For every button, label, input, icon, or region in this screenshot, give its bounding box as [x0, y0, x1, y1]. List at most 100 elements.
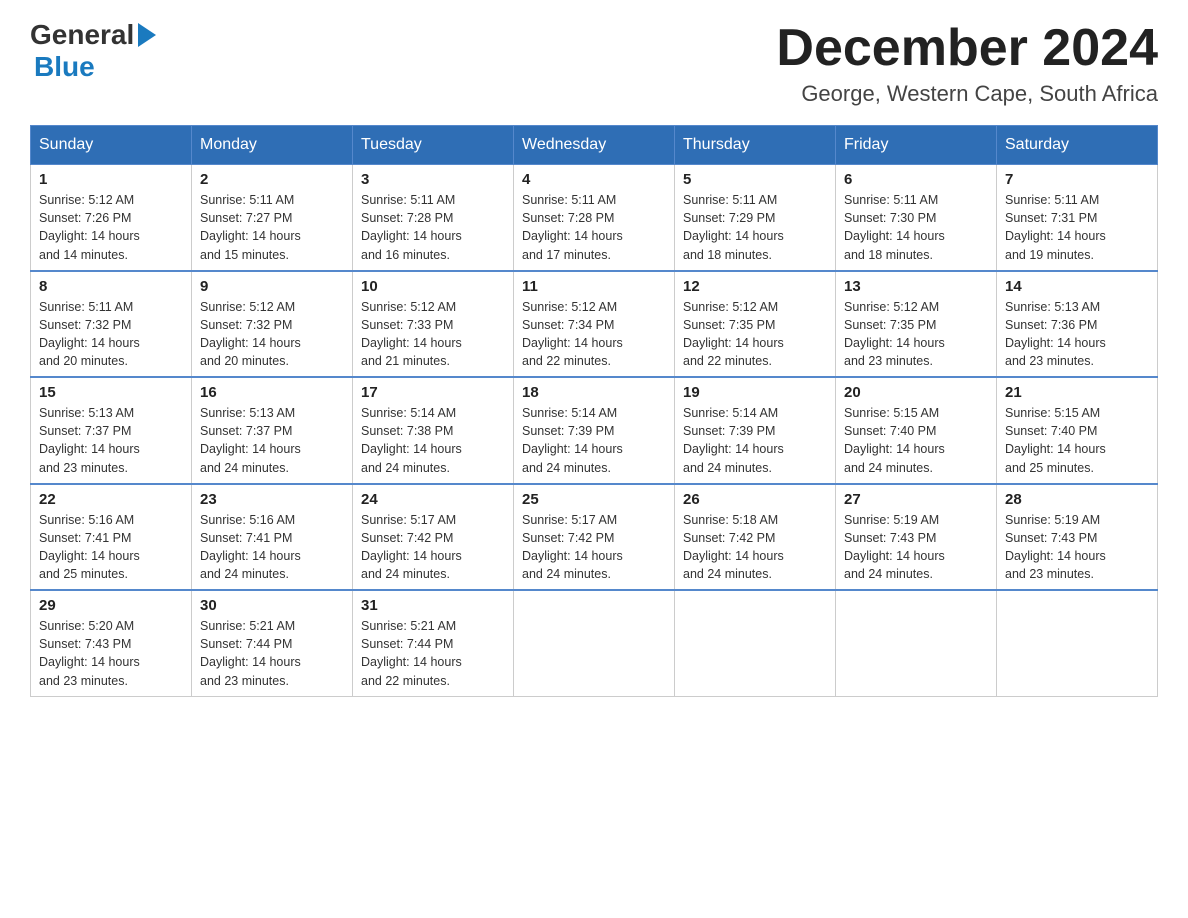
day-number: 11 [522, 278, 666, 295]
day-number: 8 [39, 278, 183, 295]
day-number: 5 [683, 171, 827, 188]
day-info: Sunrise: 5:17 AM Sunset: 7:42 PM Dayligh… [361, 511, 505, 584]
day-info: Sunrise: 5:15 AM Sunset: 7:40 PM Dayligh… [844, 404, 988, 477]
day-info: Sunrise: 5:12 AM Sunset: 7:32 PM Dayligh… [200, 298, 344, 371]
table-row: 7 Sunrise: 5:11 AM Sunset: 7:31 PM Dayli… [997, 165, 1158, 271]
table-row: 23 Sunrise: 5:16 AM Sunset: 7:41 PM Dayl… [192, 484, 353, 591]
day-info: Sunrise: 5:14 AM Sunset: 7:39 PM Dayligh… [522, 404, 666, 477]
day-info: Sunrise: 5:11 AM Sunset: 7:31 PM Dayligh… [1005, 191, 1149, 264]
day-number: 14 [1005, 278, 1149, 295]
day-number: 7 [1005, 171, 1149, 188]
day-info: Sunrise: 5:15 AM Sunset: 7:40 PM Dayligh… [1005, 404, 1149, 477]
day-number: 13 [844, 278, 988, 295]
table-row: 28 Sunrise: 5:19 AM Sunset: 7:43 PM Dayl… [997, 484, 1158, 591]
day-info: Sunrise: 5:21 AM Sunset: 7:44 PM Dayligh… [361, 617, 505, 690]
table-row: 18 Sunrise: 5:14 AM Sunset: 7:39 PM Dayl… [514, 377, 675, 484]
day-number: 3 [361, 171, 505, 188]
day-info: Sunrise: 5:11 AM Sunset: 7:30 PM Dayligh… [844, 191, 988, 264]
calendar-title: December 2024 [776, 20, 1158, 77]
day-info: Sunrise: 5:12 AM Sunset: 7:35 PM Dayligh… [844, 298, 988, 371]
calendar-week-2: 8 Sunrise: 5:11 AM Sunset: 7:32 PM Dayli… [31, 271, 1158, 378]
table-row: 22 Sunrise: 5:16 AM Sunset: 7:41 PM Dayl… [31, 484, 192, 591]
table-row: 27 Sunrise: 5:19 AM Sunset: 7:43 PM Dayl… [836, 484, 997, 591]
header-sunday: Sunday [31, 126, 192, 165]
logo-blue-text: Blue [34, 51, 95, 82]
day-info: Sunrise: 5:16 AM Sunset: 7:41 PM Dayligh… [39, 511, 183, 584]
day-info: Sunrise: 5:12 AM Sunset: 7:33 PM Dayligh… [361, 298, 505, 371]
day-number: 24 [361, 491, 505, 508]
logo-arrow-icon [138, 23, 156, 47]
day-number: 16 [200, 384, 344, 401]
day-info: Sunrise: 5:11 AM Sunset: 7:29 PM Dayligh… [683, 191, 827, 264]
day-number: 21 [1005, 384, 1149, 401]
table-row [836, 590, 997, 696]
day-info: Sunrise: 5:19 AM Sunset: 7:43 PM Dayligh… [1005, 511, 1149, 584]
day-info: Sunrise: 5:12 AM Sunset: 7:26 PM Dayligh… [39, 191, 183, 264]
day-number: 4 [522, 171, 666, 188]
table-row: 19 Sunrise: 5:14 AM Sunset: 7:39 PM Dayl… [675, 377, 836, 484]
day-info: Sunrise: 5:18 AM Sunset: 7:42 PM Dayligh… [683, 511, 827, 584]
table-row: 21 Sunrise: 5:15 AM Sunset: 7:40 PM Dayl… [997, 377, 1158, 484]
table-row: 6 Sunrise: 5:11 AM Sunset: 7:30 PM Dayli… [836, 165, 997, 271]
table-row: 3 Sunrise: 5:11 AM Sunset: 7:28 PM Dayli… [353, 165, 514, 271]
table-row: 10 Sunrise: 5:12 AM Sunset: 7:33 PM Dayl… [353, 271, 514, 378]
day-number: 6 [844, 171, 988, 188]
table-row: 29 Sunrise: 5:20 AM Sunset: 7:43 PM Dayl… [31, 590, 192, 696]
day-number: 25 [522, 491, 666, 508]
day-number: 29 [39, 597, 183, 614]
day-info: Sunrise: 5:13 AM Sunset: 7:36 PM Dayligh… [1005, 298, 1149, 371]
header-thursday: Thursday [675, 126, 836, 165]
day-info: Sunrise: 5:11 AM Sunset: 7:28 PM Dayligh… [522, 191, 666, 264]
calendar-subtitle: George, Western Cape, South Africa [776, 81, 1158, 107]
day-info: Sunrise: 5:11 AM Sunset: 7:27 PM Dayligh… [200, 191, 344, 264]
table-row: 8 Sunrise: 5:11 AM Sunset: 7:32 PM Dayli… [31, 271, 192, 378]
day-number: 12 [683, 278, 827, 295]
header-monday: Monday [192, 126, 353, 165]
table-row: 20 Sunrise: 5:15 AM Sunset: 7:40 PM Dayl… [836, 377, 997, 484]
table-row: 13 Sunrise: 5:12 AM Sunset: 7:35 PM Dayl… [836, 271, 997, 378]
header-friday: Friday [836, 126, 997, 165]
calendar-week-5: 29 Sunrise: 5:20 AM Sunset: 7:43 PM Dayl… [31, 590, 1158, 696]
table-row: 24 Sunrise: 5:17 AM Sunset: 7:42 PM Dayl… [353, 484, 514, 591]
day-number: 26 [683, 491, 827, 508]
day-number: 20 [844, 384, 988, 401]
day-number: 31 [361, 597, 505, 614]
table-row: 17 Sunrise: 5:14 AM Sunset: 7:38 PM Dayl… [353, 377, 514, 484]
day-info: Sunrise: 5:21 AM Sunset: 7:44 PM Dayligh… [200, 617, 344, 690]
table-row: 9 Sunrise: 5:12 AM Sunset: 7:32 PM Dayli… [192, 271, 353, 378]
header-wednesday: Wednesday [514, 126, 675, 165]
day-number: 17 [361, 384, 505, 401]
table-row: 16 Sunrise: 5:13 AM Sunset: 7:37 PM Dayl… [192, 377, 353, 484]
table-row: 12 Sunrise: 5:12 AM Sunset: 7:35 PM Dayl… [675, 271, 836, 378]
logo: General Blue [30, 20, 156, 83]
day-info: Sunrise: 5:11 AM Sunset: 7:28 PM Dayligh… [361, 191, 505, 264]
day-number: 23 [200, 491, 344, 508]
table-row [997, 590, 1158, 696]
table-row [514, 590, 675, 696]
table-row [675, 590, 836, 696]
day-number: 18 [522, 384, 666, 401]
day-info: Sunrise: 5:17 AM Sunset: 7:42 PM Dayligh… [522, 511, 666, 584]
day-info: Sunrise: 5:12 AM Sunset: 7:34 PM Dayligh… [522, 298, 666, 371]
day-number: 15 [39, 384, 183, 401]
day-number: 22 [39, 491, 183, 508]
table-row: 25 Sunrise: 5:17 AM Sunset: 7:42 PM Dayl… [514, 484, 675, 591]
header-saturday: Saturday [997, 126, 1158, 165]
title-block: December 2024 George, Western Cape, Sout… [776, 20, 1158, 107]
logo-text: General [30, 20, 156, 51]
day-info: Sunrise: 5:14 AM Sunset: 7:38 PM Dayligh… [361, 404, 505, 477]
calendar-week-3: 15 Sunrise: 5:13 AM Sunset: 7:37 PM Dayl… [31, 377, 1158, 484]
calendar-week-1: 1 Sunrise: 5:12 AM Sunset: 7:26 PM Dayli… [31, 165, 1158, 271]
header-tuesday: Tuesday [353, 126, 514, 165]
table-row: 5 Sunrise: 5:11 AM Sunset: 7:29 PM Dayli… [675, 165, 836, 271]
day-number: 10 [361, 278, 505, 295]
day-info: Sunrise: 5:20 AM Sunset: 7:43 PM Dayligh… [39, 617, 183, 690]
day-number: 27 [844, 491, 988, 508]
table-row: 31 Sunrise: 5:21 AM Sunset: 7:44 PM Dayl… [353, 590, 514, 696]
table-row: 1 Sunrise: 5:12 AM Sunset: 7:26 PM Dayli… [31, 165, 192, 271]
table-row: 26 Sunrise: 5:18 AM Sunset: 7:42 PM Dayl… [675, 484, 836, 591]
day-number: 19 [683, 384, 827, 401]
day-number: 30 [200, 597, 344, 614]
day-info: Sunrise: 5:12 AM Sunset: 7:35 PM Dayligh… [683, 298, 827, 371]
day-number: 9 [200, 278, 344, 295]
